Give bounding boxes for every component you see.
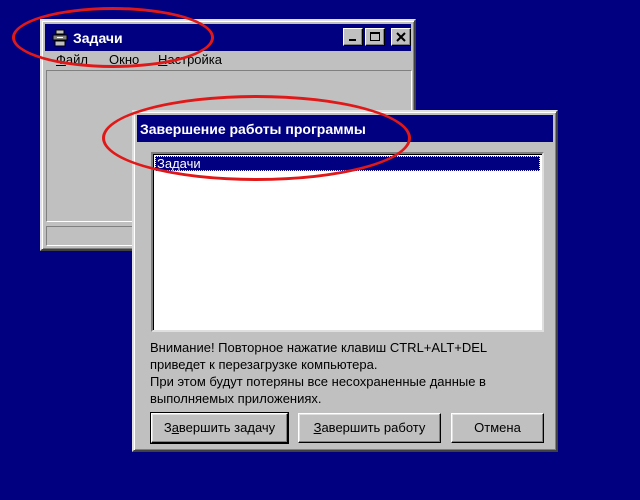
close-program-titlebar[interactable]: Завершение работы программы: [137, 115, 553, 142]
warning-line: приведет к перезагрузке компьютера.: [150, 357, 378, 372]
warning-text: Внимание! Повторное нажатие клавиш CTRL+…: [150, 339, 550, 407]
menu-settings[interactable]: Настройка: [158, 52, 222, 67]
minimize-icon: [349, 39, 356, 41]
warning-line: выполняемых приложениях.: [150, 391, 322, 406]
menu-window[interactable]: Окно: [109, 52, 139, 67]
list-item[interactable]: Задачи: [155, 156, 540, 171]
task-manager-title: Задачи: [73, 30, 123, 46]
menu-file[interactable]: Файл: [56, 52, 88, 67]
maximize-button[interactable]: [365, 28, 385, 46]
task-manager-titlebar[interactable]: Задачи: [45, 24, 411, 51]
close-program-title: Завершение работы программы: [140, 121, 366, 137]
end-task-button[interactable]: Завершить задачу: [150, 412, 289, 444]
warning-line: При этом будут потеряны все несохраненны…: [150, 374, 486, 389]
close-icon: [396, 32, 406, 42]
maximize-icon: [370, 32, 380, 41]
shut-down-button[interactable]: Завершить работу: [298, 413, 441, 443]
warning-line: Внимание! Повторное нажатие клавиш CTRL+…: [150, 340, 488, 355]
close-button[interactable]: [391, 28, 411, 46]
task-manager-icon: [52, 29, 68, 47]
minimize-button[interactable]: [343, 28, 363, 46]
cancel-button[interactable]: Отмена: [451, 413, 544, 443]
task-listbox[interactable]: Задачи: [151, 152, 544, 332]
